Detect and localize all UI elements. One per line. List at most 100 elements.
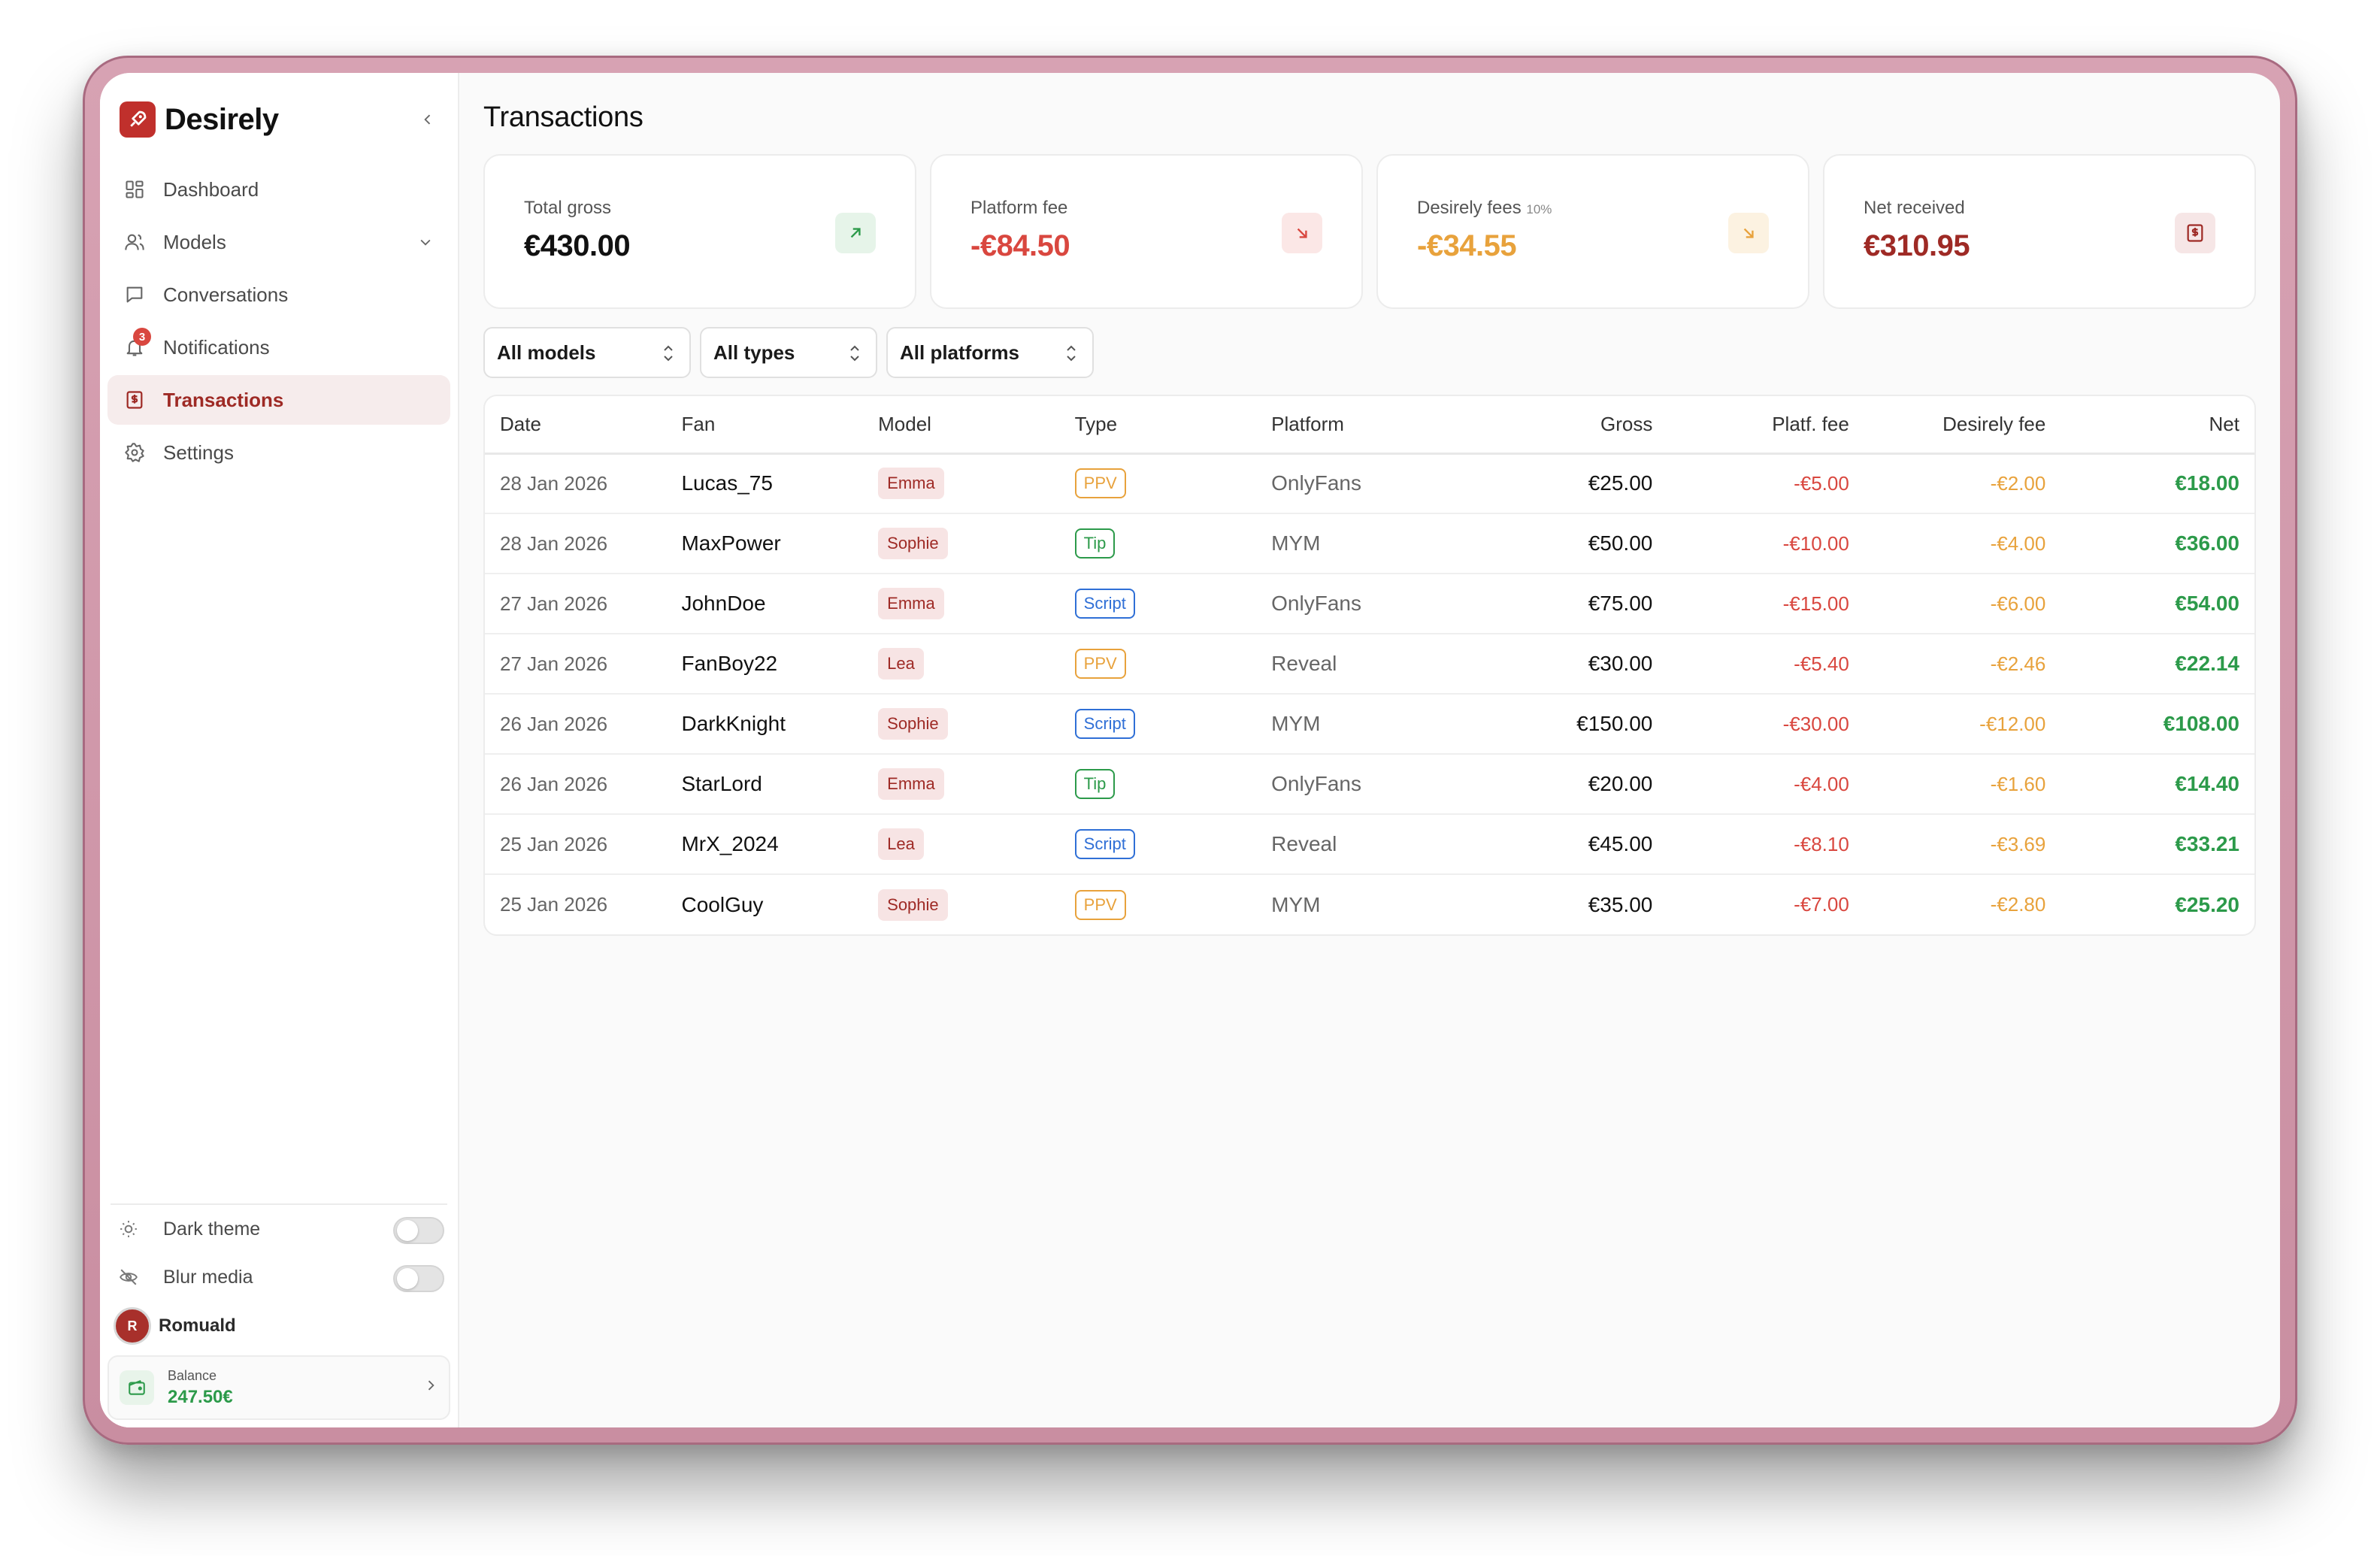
column-header-gross[interactable]: Gross [1467, 396, 1653, 455]
column-header-desirely-fee[interactable]: Desirely fee [1849, 396, 2046, 455]
column-header-date[interactable]: Date [485, 396, 682, 455]
blur-media-toggle[interactable] [393, 1265, 444, 1292]
rocket-logo-icon [120, 101, 156, 138]
notification-count-badge: 3 [133, 328, 151, 346]
cell-gross: €150.00 [1467, 694, 1653, 755]
cell-type: Tip [1074, 513, 1272, 574]
model-filter-select[interactable]: All models [483, 327, 691, 378]
cell-net: €54.00 [2045, 574, 2254, 634]
table-row[interactable]: 28 Jan 2026 MaxPower Sophie Tip MYM €50.00 -€1… [485, 513, 2254, 574]
cell-platform-fee: -€7.00 [1794, 893, 1849, 916]
platform-filter-select[interactable]: All platforms [886, 327, 1094, 378]
column-header-type[interactable]: Type [1074, 396, 1272, 455]
model-chip: Emma [878, 468, 944, 500]
column-header-platform-fee[interactable]: Platf. fee [1652, 396, 1849, 455]
balance-card[interactable]: Balance 247.50€ [107, 1355, 450, 1420]
cell-desirely-fee: -€1.60 [1849, 754, 2046, 815]
cell-desirely-fee: -€2.00 [1849, 453, 2046, 514]
cell-platform-fee: -€10.00 [1652, 513, 1849, 574]
sidebar-item-transactions[interactable]: Transactions [107, 375, 450, 425]
sidebar-item-models[interactable]: Models [107, 217, 450, 267]
window-frame: Desirely Dashboard Models Conversations … [83, 56, 2297, 1445]
cell-desirely-fee: -€4.00 [1849, 513, 2046, 574]
cell-net: €22.14 [2045, 634, 2254, 695]
sidebar-item-label: Notifications [163, 335, 270, 359]
cell-platform: Reveal [1271, 814, 1468, 875]
cell-model: Emma [878, 453, 1075, 514]
arrow-down-right-icon [1728, 213, 1769, 253]
table-row[interactable]: 27 Jan 2026 FanBoy22 Lea PPV Reveal €30.00 -€5… [485, 634, 2254, 695]
chevron-left-icon [424, 114, 431, 125]
cell-date: 27 Jan 2026 [485, 574, 682, 634]
cell-platform: OnlyFans [1271, 453, 1468, 514]
main-content: Transactions Total gross €430.00 Platfor… [459, 73, 2280, 1427]
dark-theme-row: Dark theme [107, 1205, 450, 1253]
gear-icon [123, 440, 147, 465]
chevron-up-down-icon [659, 342, 677, 370]
column-header-fan[interactable]: Fan [681, 396, 879, 455]
cell-model: Lea [878, 814, 1075, 875]
table-row[interactable]: 26 Jan 2026 StarLord Emma Tip OnlyFans €20.00… [485, 754, 2254, 815]
column-header-net[interactable]: Net [2045, 396, 2254, 455]
dark-theme-toggle[interactable] [393, 1217, 444, 1244]
sidebar-item-label: Conversations [163, 283, 289, 306]
brand[interactable]: Desirely [107, 73, 450, 151]
cell-date: 28 Jan 2026 [485, 513, 682, 574]
table-row[interactable]: 27 Jan 2026 JohnDoe Emma Script OnlyFans €75.… [485, 574, 2254, 634]
cell-type: Script [1074, 694, 1272, 755]
sidebar-item-notifications[interactable]: 3 Notifications [107, 322, 450, 372]
chevron-up-down-icon [846, 342, 864, 370]
cell-model: Emma [878, 574, 1075, 634]
cell-platform: MYM [1271, 513, 1468, 574]
chevron-up-down-icon [1062, 342, 1080, 370]
collapse-sidebar-button[interactable] [414, 106, 441, 133]
sidebar-item-conversations[interactable]: Conversations [107, 270, 450, 319]
brand-name: Desirely [165, 102, 279, 136]
cell-desirely-fee: -€3.69 [1849, 814, 2046, 875]
cell-gross: €20.00 [1467, 754, 1653, 815]
type-badge: PPV [1074, 468, 1126, 499]
sidebar-item-label: Settings [163, 440, 234, 464]
table-row[interactable]: 26 Jan 2026 DarkKnight Sophie Script MYM €150… [485, 694, 2254, 755]
stats-row: Total gross €430.00 Platform fee -€84.50… [483, 154, 2256, 309]
table-header-row: Date Fan Model Type Platform Gross Platf… [485, 396, 2254, 455]
sidebar: Desirely Dashboard Models Conversations … [100, 73, 459, 1427]
sidebar-item-label: Models [163, 230, 226, 253]
stat-card-platform-fee: Platform fee -€84.50 [930, 154, 1363, 309]
cell-gross: €75.00 [1467, 574, 1653, 634]
cell-platform-fee: -€15.00 [1652, 574, 1849, 634]
type-badge: Tip [1074, 769, 1116, 799]
table-body: 28 Jan 2026 Lucas_75 Emma PPV OnlyFans €25.00… [485, 453, 2254, 934]
sidebar-item-settings[interactable]: Settings [107, 428, 450, 477]
model-chip: Sophie [878, 528, 948, 559]
select-value: All types [713, 341, 795, 364]
column-header-model[interactable]: Model [878, 396, 1075, 455]
cell-net: €108.00 [2045, 694, 2254, 755]
table-row[interactable]: 25 Jan 2026 MrX_2024 Lea Script Reveal €45.00… [485, 814, 2254, 875]
model-chip: Lea [878, 828, 924, 860]
cell-desirely-fee: -€12.00 [1849, 694, 2046, 755]
sun-icon [117, 1217, 141, 1241]
stat-card-desirely-fees: Desirely fees 10% -€34.55 [1376, 154, 1809, 309]
cell-type: Script [1074, 814, 1272, 875]
user-profile[interactable]: R Romuald [107, 1301, 450, 1351]
cell-fan: CoolGuy [681, 892, 764, 916]
table-row[interactable]: 28 Jan 2026 Lucas_75 Emma PPV OnlyFans €25.00… [485, 453, 2254, 514]
cell-gross: €25.00 [1467, 453, 1653, 514]
table-row[interactable]: 25 Jan 2026 CoolGuy Sophie PPV MYM €35.00 -€7.… [485, 874, 2254, 934]
column-header-platform[interactable]: Platform [1271, 396, 1468, 455]
cell-date: 27 Jan 2026 [485, 634, 682, 695]
cell-net: €18.00 [2045, 453, 2254, 514]
type-filter-select[interactable]: All types [700, 327, 877, 378]
transactions-table: Date Fan Model Type Platform Gross Platf… [485, 396, 2254, 934]
receipt-dollar-icon [123, 388, 147, 412]
sidebar-item-dashboard[interactable]: Dashboard [107, 165, 450, 214]
cell-model: Sophie [878, 694, 1075, 755]
cell-type: Script [1074, 574, 1272, 634]
chevron-down-icon[interactable] [414, 231, 437, 253]
sidebar-item-label: Transactions [163, 388, 284, 411]
cell-platform: OnlyFans [1271, 574, 1468, 634]
cell-fan: StarLord [681, 754, 879, 815]
cell-platform-fee: -€5.00 [1652, 453, 1849, 514]
cell-type: PPV [1074, 874, 1271, 934]
